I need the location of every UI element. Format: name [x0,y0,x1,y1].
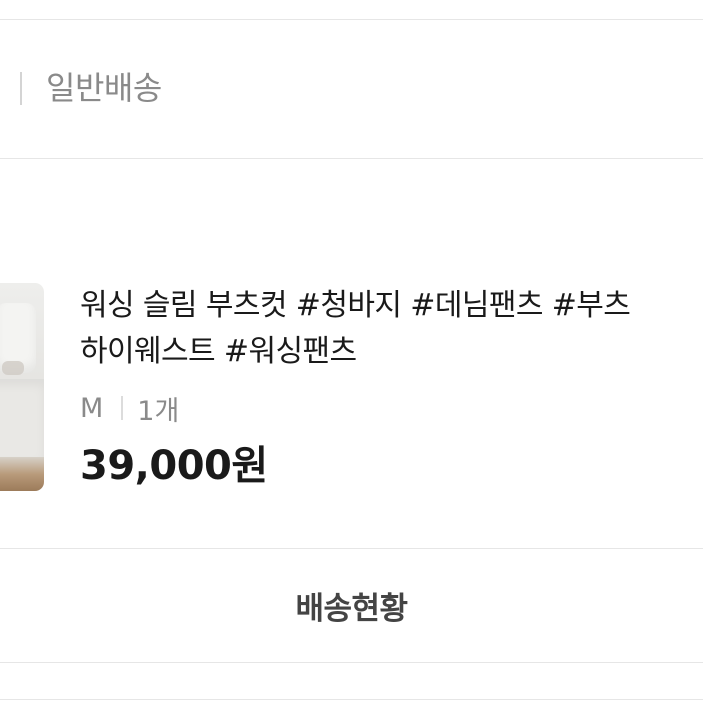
delivery-status-button[interactable]: 배송현황 [0,549,703,662]
thumbnail-fabric-lower [0,379,44,457]
product-title-line-1: 워싱 슬림 부츠컷 #청바지 #데님팬츠 #부츠 [80,288,631,323]
product-title[interactable]: 워싱 슬림 부츠컷 #청바지 #데님팬츠 #부츠 하이웨스트 #워싱팬츠 [80,283,703,375]
product-option-row: M 1개 [80,390,180,427]
product-thumbnail[interactable] [0,283,44,491]
product-title-line-2: 하이웨스트 #워싱팬츠 [80,334,357,369]
shipping-method-label: 일반배송 [46,69,162,107]
option-size: M [80,392,104,424]
shipping-separator [20,72,22,105]
bottom-divider [0,699,703,700]
thumbnail-detail [2,361,24,375]
option-quantity: 1개 [137,395,180,427]
bottom-spacer [0,663,703,703]
product-price: 39,000원 [80,443,268,489]
option-separator [121,396,124,420]
shipping-divider [0,158,703,159]
order-item-page: 일반배송 워싱 슬림 부츠컷 #청바지 #데님팬츠 #부츠 하이웨스트 #워싱팬… [0,0,703,703]
